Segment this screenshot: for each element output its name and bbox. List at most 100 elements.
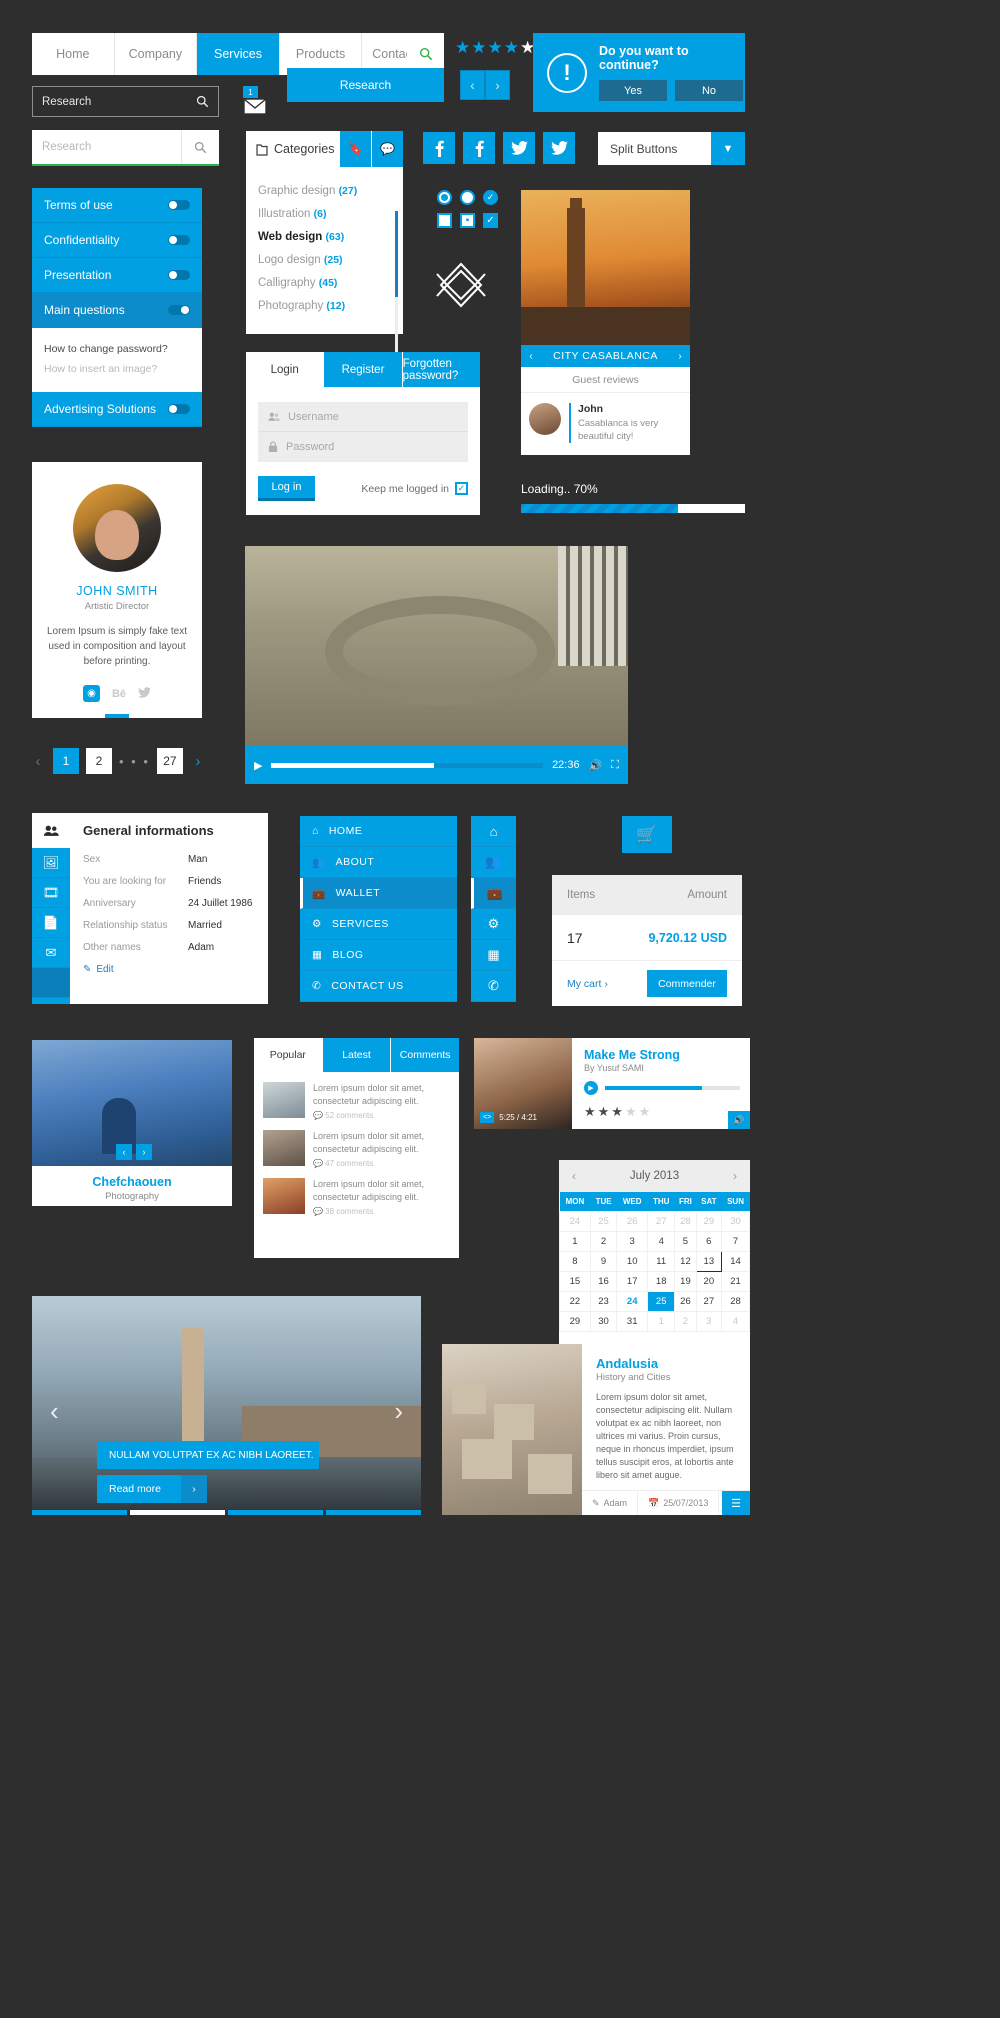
calendar-day[interactable]: 16 <box>589 1271 618 1292</box>
menu-item-contact-us[interactable]: ✆ CONTACT US <box>300 971 457 1002</box>
calendar-day[interactable]: 25 <box>589 1211 618 1232</box>
calendar-day[interactable]: 2 <box>589 1231 618 1252</box>
next-button[interactable]: › <box>485 70 510 100</box>
accordion-row-main-questions[interactable]: Main questions <box>32 293 202 328</box>
tab-register[interactable]: Register <box>323 352 402 387</box>
envelope-icon[interactable]: ✉ <box>32 938 70 968</box>
checkbox-square[interactable]: ▪ <box>460 213 475 228</box>
prev-button[interactable]: ‹ <box>460 70 485 100</box>
read-more-button[interactable]: Read more › <box>97 1475 207 1503</box>
star-icon[interactable]: ★ <box>488 39 503 56</box>
calendar-prev-button[interactable]: ‹ <box>559 1169 589 1183</box>
scrollbar-thumb[interactable] <box>395 211 398 297</box>
accordion-row-terms-of-use[interactable]: Terms of use <box>32 188 202 223</box>
toggle-switch[interactable] <box>168 235 190 245</box>
slide-indicator[interactable] <box>228 1510 323 1515</box>
calendar-day[interactable]: 26 <box>674 1291 697 1312</box>
menu-item-about[interactable]: 👥 ABOUT <box>300 847 457 878</box>
icon-menu-contact[interactable]: ✆ <box>471 971 516 1002</box>
video-progress-track[interactable] <box>271 762 544 768</box>
calendar-day-highlight[interactable]: 24 <box>616 1291 649 1312</box>
tab-forgotten-password[interactable]: Forgotten password? <box>401 352 480 387</box>
twitter-button[interactable] <box>543 132 575 164</box>
calendar-day[interactable]: 30 <box>589 1311 618 1332</box>
music-progress-track[interactable] <box>605 1086 740 1090</box>
calendar-day[interactable]: 29 <box>695 1211 723 1232</box>
nav-item-company[interactable]: Company <box>115 33 198 75</box>
fullscreen-icon[interactable]: ⛶ <box>611 759 619 772</box>
nav-item-home[interactable]: Home <box>32 33 115 75</box>
music-rating[interactable]: ★★★★★ <box>584 1104 740 1120</box>
search-input-dark[interactable]: Research <box>32 86 219 117</box>
calendar-day[interactable]: 18 <box>647 1271 676 1292</box>
radio-filled-check[interactable]: ✓ <box>483 190 498 205</box>
play-icon[interactable]: ▶ <box>254 759 262 772</box>
calendar-day[interactable]: 5 <box>674 1231 697 1252</box>
calendar-day[interactable]: 9 <box>589 1251 618 1272</box>
star-rating[interactable]: ★ ★ ★ ★ ★ <box>455 39 535 56</box>
cart-button[interactable]: 🛒 <box>622 816 672 853</box>
category-item[interactable]: Calligraphy (45) <box>258 271 403 294</box>
star-icon[interactable]: ★ <box>471 39 486 56</box>
icon-menu-services[interactable]: ⚙ <box>471 909 516 940</box>
code-icon[interactable]: <> <box>480 1112 495 1123</box>
facebook-button[interactable] <box>463 132 495 164</box>
nav-item-services[interactable]: Services <box>197 33 280 75</box>
checkbox-checked[interactable]: ✓ <box>455 482 468 495</box>
calendar-day-selected[interactable]: 25 <box>647 1291 676 1312</box>
calendar-day[interactable]: 30 <box>721 1211 750 1232</box>
calendar-day[interactable]: 20 <box>695 1271 723 1292</box>
search-submit-button[interactable] <box>181 130 219 164</box>
pagination-page-1[interactable]: 1 <box>53 748 79 774</box>
list-item[interactable]: Lorem ipsum dolor sit amet, consectetur … <box>254 1168 459 1216</box>
star-icon[interactable]: ★ <box>504 39 519 56</box>
calendar-day[interactable]: 1 <box>559 1231 591 1252</box>
calendar-day[interactable]: 2 <box>674 1311 697 1332</box>
list-item[interactable]: Lorem ipsum dolor sit amet, consectetur … <box>254 1072 459 1120</box>
list-item[interactable]: Lorem ipsum dolor sit amet, consectetur … <box>254 1120 459 1168</box>
no-button[interactable]: No <box>675 80 743 101</box>
photo-prev-button[interactable]: ‹ <box>116 1144 132 1160</box>
category-item[interactable]: Photography (12) <box>258 294 403 317</box>
calendar-day[interactable]: 3 <box>616 1231 649 1252</box>
volume-icon[interactable]: 🔊 <box>589 759 603 772</box>
tab-latest[interactable]: Latest <box>321 1038 391 1072</box>
image-icon[interactable]: 🖼 <box>32 848 70 878</box>
city-prev-button[interactable]: ‹ <box>521 351 541 362</box>
pagination-prev[interactable]: ‹ <box>30 753 46 770</box>
category-item-selected[interactable]: Web design (63) <box>258 225 403 248</box>
instagram-icon[interactable]: ◉ <box>82 685 100 702</box>
document-icon[interactable]: 📄 <box>32 908 70 938</box>
category-item[interactable]: Logo design (25) <box>258 248 403 271</box>
calendar-day[interactable]: 17 <box>616 1271 649 1292</box>
bookmark-icon[interactable]: 🔖 <box>339 131 371 167</box>
video-frame[interactable] <box>245 546 628 746</box>
film-icon[interactable]: 🎞 <box>32 878 70 908</box>
calendar-day[interactable]: 29 <box>559 1311 591 1332</box>
slide-indicator[interactable] <box>32 1510 127 1515</box>
menu-item-services[interactable]: ⚙ SERVICES <box>300 909 457 940</box>
radio-selected[interactable] <box>437 190 452 205</box>
calendar-day[interactable]: 4 <box>647 1231 676 1252</box>
order-button[interactable]: Commender <box>647 970 727 997</box>
calendar-day[interactable]: 23 <box>589 1291 618 1312</box>
tab-login[interactable]: Login <box>246 352 324 387</box>
menu-item-blog[interactable]: ▦ BLOG <box>300 940 457 971</box>
pagination-next[interactable]: › <box>190 753 206 770</box>
toggle-switch-on[interactable] <box>168 305 190 315</box>
question-item[interactable]: How to change password? <box>44 339 190 359</box>
username-field[interactable]: Username <box>258 402 468 432</box>
chevron-down-icon[interactable]: ▼ <box>711 132 745 165</box>
calendar-day[interactable]: 12 <box>674 1251 697 1272</box>
calendar-day[interactable]: 3 <box>695 1311 723 1332</box>
category-item[interactable]: Graphic design (27) <box>258 179 403 202</box>
toggle-switch[interactable] <box>168 404 190 414</box>
mail-badge[interactable]: 1 <box>243 86 268 116</box>
yes-button[interactable]: Yes <box>599 80 667 101</box>
calendar-day[interactable]: 8 <box>559 1251 591 1272</box>
password-field[interactable]: Password <box>258 432 468 462</box>
checkbox-empty[interactable] <box>437 213 452 228</box>
category-item[interactable]: Illustration (6) <box>258 202 403 225</box>
nav-submenu-research[interactable]: Research <box>287 68 444 102</box>
users-icon[interactable] <box>32 813 70 848</box>
